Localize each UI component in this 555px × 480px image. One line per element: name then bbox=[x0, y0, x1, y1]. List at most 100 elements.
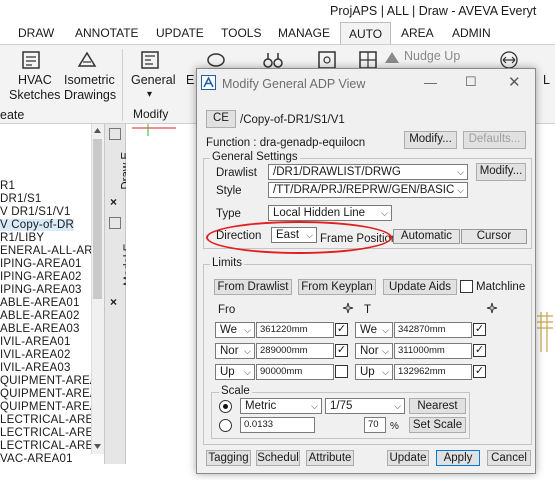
drawlist-modify-button[interactable]: Modify... bbox=[476, 163, 526, 181]
update-aids-button[interactable]: Update Aids bbox=[383, 279, 457, 295]
maximize-icon[interactable]: ☐ bbox=[465, 74, 477, 90]
tab-annotate[interactable]: ANNOTATE bbox=[75, 26, 139, 40]
type-label: Type bbox=[216, 208, 241, 220]
nudge-up-button[interactable]: Nudge Up bbox=[404, 49, 460, 64]
scale-custom-radio[interactable] bbox=[219, 419, 232, 432]
tab-auto[interactable]: AUTO bbox=[340, 22, 392, 44]
tree-item[interactable]: QUIPMENT-AREA( bbox=[0, 375, 102, 387]
tree-item[interactable]: LECTRICAL-AREA bbox=[0, 440, 101, 452]
hvac-line1[interactable]: HVAC bbox=[18, 73, 52, 88]
tree-item[interactable]: ABLE-AREA01 bbox=[0, 297, 80, 309]
scale-ratio-select[interactable]: 1/75 ⌵ bbox=[325, 398, 405, 414]
cursor-button[interactable]: Cursor bbox=[461, 229, 527, 244]
to-y-checkbox[interactable]: ✓ bbox=[473, 344, 486, 357]
from-z-direction-select[interactable]: Up ⌵ bbox=[215, 364, 255, 380]
from-keyplan-button[interactable]: From Keyplan bbox=[298, 279, 376, 295]
close-icon[interactable]: × bbox=[110, 195, 117, 209]
tree-item[interactable]: IPING-AREA01 bbox=[0, 258, 82, 270]
ribbon-l-partial[interactable]: L bbox=[543, 73, 550, 88]
scale-preset-radio[interactable] bbox=[219, 400, 232, 413]
tree-scrollbar-thumb[interactable] bbox=[93, 139, 102, 299]
to-y-field[interactable]: 311000mm bbox=[394, 343, 472, 359]
from-y-checkbox[interactable]: ✓ bbox=[335, 344, 348, 357]
tree-item[interactable]: QUIPMENT-AREA( bbox=[0, 388, 102, 400]
style-select[interactable]: /TT/DRA/PRJ/REPRW/GEN/BASIC ⌵ bbox=[268, 182, 468, 198]
tree-item[interactable]: R1/LIBY bbox=[0, 232, 44, 244]
tree-item[interactable]: LECTRICAL-AREA bbox=[0, 414, 101, 426]
drawlist-select[interactable]: /DR1/DRAWLIST/DRWG ⌵ bbox=[268, 164, 468, 180]
general-button[interactable]: General bbox=[131, 73, 175, 88]
minimize-icon[interactable]: — bbox=[424, 75, 437, 90]
tab-tools[interactable]: TOOLS bbox=[221, 26, 261, 40]
tab-admin[interactable]: ADMIN bbox=[452, 26, 491, 40]
from-z-checkbox[interactable] bbox=[335, 365, 348, 378]
to-z-direction-select[interactable]: Up ⌵ bbox=[355, 364, 393, 380]
to-y-direction-select[interactable]: Nor ⌵ bbox=[355, 343, 393, 359]
hvac-line2[interactable]: Sketches bbox=[9, 88, 60, 103]
tree-item[interactable]: LECTRICAL-AREA bbox=[0, 427, 101, 439]
schedule-button[interactable]: Schedul bbox=[256, 450, 300, 466]
tagging-button[interactable]: Tagging bbox=[206, 450, 251, 466]
from-x-direction-select[interactable]: We ⌵ bbox=[215, 322, 255, 338]
from-drawlist-button[interactable]: From Drawlist bbox=[214, 279, 292, 295]
matchline-checkbox[interactable] bbox=[460, 280, 473, 293]
tree-item-selected[interactable]: V Copy-of-DR bbox=[0, 219, 74, 231]
tab-area[interactable]: AREA bbox=[401, 26, 434, 40]
scroll-up-icon[interactable] bbox=[93, 126, 102, 134]
to-x-checkbox[interactable]: ✓ bbox=[473, 323, 486, 336]
iso-line2[interactable]: Drawings bbox=[64, 88, 116, 103]
modify-function-button[interactable]: Modify... bbox=[404, 131, 457, 149]
pin-icon[interactable] bbox=[109, 217, 121, 229]
tree-item[interactable]: ABLE-AREA02 bbox=[0, 310, 80, 322]
chevron-down-icon: ⌵ bbox=[311, 401, 318, 411]
type-select[interactable]: Local Hidden Line ⌵ bbox=[268, 205, 392, 221]
cancel-button[interactable]: Cancel bbox=[487, 450, 531, 466]
tree-item[interactable]: V DR1/S1/V1 bbox=[0, 206, 71, 218]
close-dialog-icon[interactable]: ✕ bbox=[508, 73, 521, 91]
scale-unit-select[interactable]: Metric ⌵ bbox=[240, 398, 322, 414]
automatic-button[interactable]: Automatic bbox=[393, 229, 460, 244]
set-scale-button[interactable]: Set Scale bbox=[409, 417, 466, 433]
from-y-direction-select[interactable]: Nor ⌵ bbox=[215, 343, 255, 359]
to-z-field[interactable]: 132962mm bbox=[394, 364, 472, 380]
tree-item[interactable]: QUIPMENT-AREA( bbox=[0, 401, 102, 413]
to-x-field[interactable]: 342870mm bbox=[394, 322, 472, 338]
tree-item[interactable]: IPING-AREA02 bbox=[0, 271, 82, 283]
chevron-down-icon: ⌵ bbox=[457, 167, 464, 177]
iso-line1[interactable]: Isometric bbox=[64, 73, 115, 88]
to-x-direction-select[interactable]: We ⌵ bbox=[355, 322, 393, 338]
from-y-field[interactable]: 289000mm bbox=[256, 343, 334, 359]
pick-star-icon[interactable] bbox=[486, 302, 498, 314]
from-z-field[interactable]: 90000mm bbox=[256, 364, 334, 380]
tree-item[interactable]: IVIL-AREA03 bbox=[0, 362, 71, 374]
tab-update[interactable]: UPDATE bbox=[156, 26, 204, 40]
pin-icon[interactable] bbox=[109, 128, 121, 140]
tab-draw[interactable]: DRAW bbox=[18, 26, 54, 40]
ce-button[interactable]: CE bbox=[206, 110, 236, 128]
defaults-button[interactable]: Defaults... bbox=[463, 131, 526, 149]
scale-value-field[interactable]: 0.0133 bbox=[240, 417, 315, 433]
general-dropdown-icon[interactable]: ▾ bbox=[147, 87, 152, 102]
to-z-checkbox[interactable]: ✓ bbox=[473, 365, 486, 378]
scroll-down-icon[interactable] bbox=[93, 443, 102, 451]
pick-star-icon[interactable] bbox=[342, 302, 354, 314]
from-x-checkbox[interactable]: ✓ bbox=[335, 323, 348, 336]
tree-item[interactable]: ABLE-AREA03 bbox=[0, 323, 80, 335]
tree-item[interactable]: DR1/S1 bbox=[0, 193, 41, 205]
tree-item[interactable]: ENERAL-ALL-AREA bbox=[0, 245, 104, 257]
update-button[interactable]: Update bbox=[387, 450, 429, 466]
from-z-direction-value: Up bbox=[220, 366, 235, 378]
ribbon-e-partial[interactable]: E bbox=[186, 73, 194, 88]
tree-item[interactable]: IVIL-AREA01 bbox=[0, 336, 71, 348]
tree-item[interactable]: IVIL-AREA02 bbox=[0, 349, 71, 361]
tree-item[interactable]: R1 bbox=[0, 180, 15, 192]
apply-button[interactable]: Apply bbox=[436, 450, 480, 466]
percent-field[interactable]: 70 bbox=[364, 417, 386, 433]
nearest-button[interactable]: Nearest bbox=[409, 398, 466, 414]
close-icon[interactable]: × bbox=[110, 295, 117, 309]
tab-manage[interactable]: MANAGE bbox=[278, 26, 330, 40]
tree-item[interactable]: IPING-AREA03 bbox=[0, 284, 82, 296]
attribute-button[interactable]: Attribute bbox=[306, 450, 354, 466]
from-x-field[interactable]: 361220mm bbox=[256, 322, 334, 338]
tree-item[interactable]: VAC-AREA01 bbox=[0, 453, 73, 465]
